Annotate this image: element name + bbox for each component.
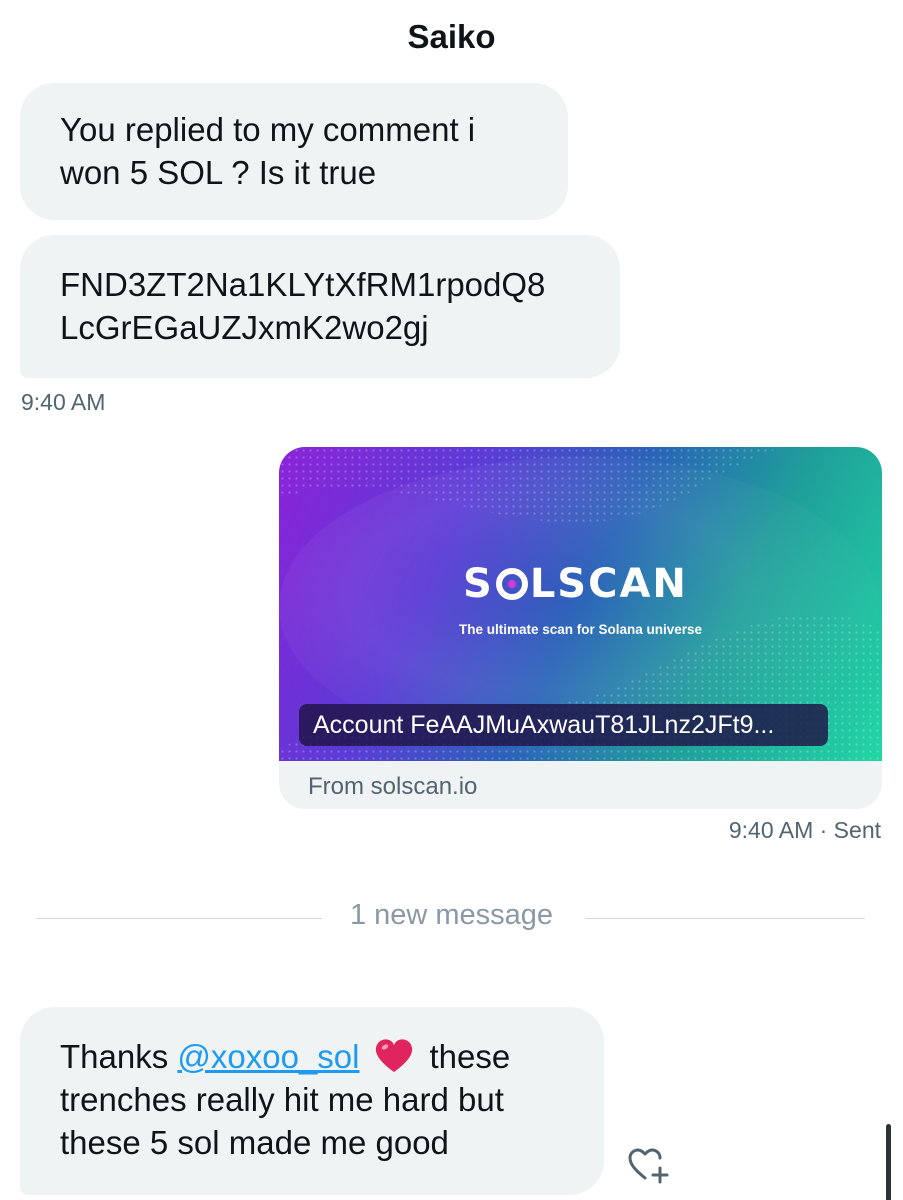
link-preview-image: S LSCAN The ultimate scan for Solana univ… — [279, 447, 882, 761]
divider-line-right — [585, 918, 865, 919]
card-source-domain: From solscan.io — [308, 773, 478, 800]
message-bubble-received[interactable]: FND3ZT2Na1KLYtXfRM1rpodQ8 LcGrEGaUZJxmK2… — [20, 235, 620, 378]
message-text-line: FND3ZT2Na1KLYtXfRM1rpodQ8 — [60, 266, 546, 303]
message-text-line: trenches really hit me hard but — [60, 1081, 504, 1118]
message-text-line: these 5 sol made me good — [60, 1124, 449, 1161]
message-text-line: LcGrEGaUZJxmK2wo2gj — [60, 309, 429, 346]
logo-letter: S — [463, 561, 494, 607]
header-fade — [0, 66, 903, 82]
message-text-line: Thanks @xoxoo_sol these — [60, 1035, 574, 1078]
card-tagline: The ultimate scan for Solana universe — [458, 622, 703, 637]
message-bubble-received[interactable]: Thanks @xoxoo_sol these trenches really h… — [20, 1007, 604, 1195]
message-text: these — [429, 1038, 511, 1075]
link-preview-card[interactable]: S LSCAN The ultimate scan for Solana univ… — [279, 447, 882, 809]
scrollbar[interactable] — [886, 1124, 891, 1200]
mention-link[interactable]: @xoxoo_sol — [177, 1038, 359, 1075]
message-text-line: won 5 SOL ? Is it true — [60, 154, 377, 191]
divider-line-left — [36, 918, 322, 919]
message-text: Thanks — [60, 1038, 178, 1075]
red-heart-icon — [375, 1039, 412, 1072]
logo-letters: LSCAN — [529, 561, 688, 607]
new-message-divider: 1 new message — [349, 899, 554, 931]
dm-conversation: Saiko You replied to my comment i won 5 … — [0, 0, 903, 1200]
solscan-logo: S LSCAN — [463, 558, 703, 610]
card-title: Account FeAAJMuAxwauT81JLnz2JFt9... — [299, 704, 828, 746]
conversation-title[interactable]: Saiko — [0, 18, 903, 56]
logo-o-icon — [495, 568, 528, 600]
heart-plus-icon[interactable] — [627, 1146, 671, 1186]
conversation-header: Saiko — [0, 0, 903, 82]
message-text-line: You replied to my comment i — [60, 111, 476, 148]
message-timestamp: 9:40 AM — [21, 389, 106, 415]
message-bubble-received[interactable]: You replied to my comment i won 5 SOL ? … — [20, 83, 568, 220]
sent-timestamp: 9:40 AM · Sent — [728, 817, 881, 843]
